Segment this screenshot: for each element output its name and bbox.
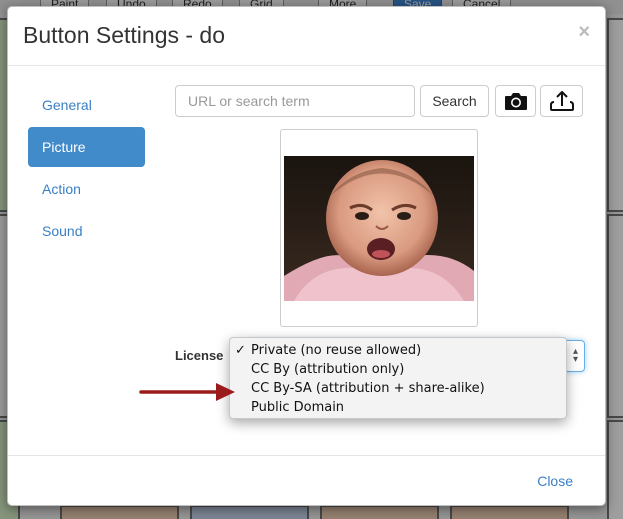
nav-item-action[interactable]: Action [28,169,145,209]
modal-header: Button Settings - do × [8,7,605,66]
search-button[interactable]: Search [420,85,489,117]
close-button[interactable]: Close [537,473,573,489]
nav-item-picture[interactable]: Picture [28,127,145,167]
license-option-public-domain[interactable]: Public Domain [230,398,566,417]
picture-preview [280,129,478,327]
license-option-label: Private (no reuse allowed) [251,343,422,358]
chevron-updown-icon: ▴ ▾ [572,346,578,365]
license-option-private[interactable]: ✓ Private (no reuse allowed) [230,341,566,360]
baby-photo [284,156,474,301]
camera-button[interactable] [495,85,536,117]
settings-nav: General Picture Action Sound [28,85,145,253]
close-icon[interactable]: × [578,21,590,44]
license-option-label: Public Domain [251,400,345,415]
annotation-arrow [139,383,235,401]
license-option-cc-by-sa[interactable]: CC By-SA (attribution + share-alike) [230,379,566,398]
license-label: License [175,348,224,363]
nav-item-general[interactable]: General [28,85,145,125]
upload-icon [549,91,574,111]
license-dropdown-menu: ✓ Private (no reuse allowed) CC By (attr… [229,337,567,419]
check-icon: ✓ [235,343,246,358]
license-option-label: CC By (attribution only) [251,362,405,377]
license-option-cc-by[interactable]: CC By (attribution only) [230,360,566,379]
upload-button[interactable] [540,85,583,117]
nav-item-sound[interactable]: Sound [28,211,145,251]
license-option-label: CC By-SA (attribution + share-alike) [251,381,485,396]
modal-footer: Close [8,455,605,505]
camera-icon [504,93,527,110]
button-settings-modal: Button Settings - do × General Picture A… [7,6,606,506]
modal-title: Button Settings - do [23,22,226,48]
search-input[interactable] [175,85,415,117]
